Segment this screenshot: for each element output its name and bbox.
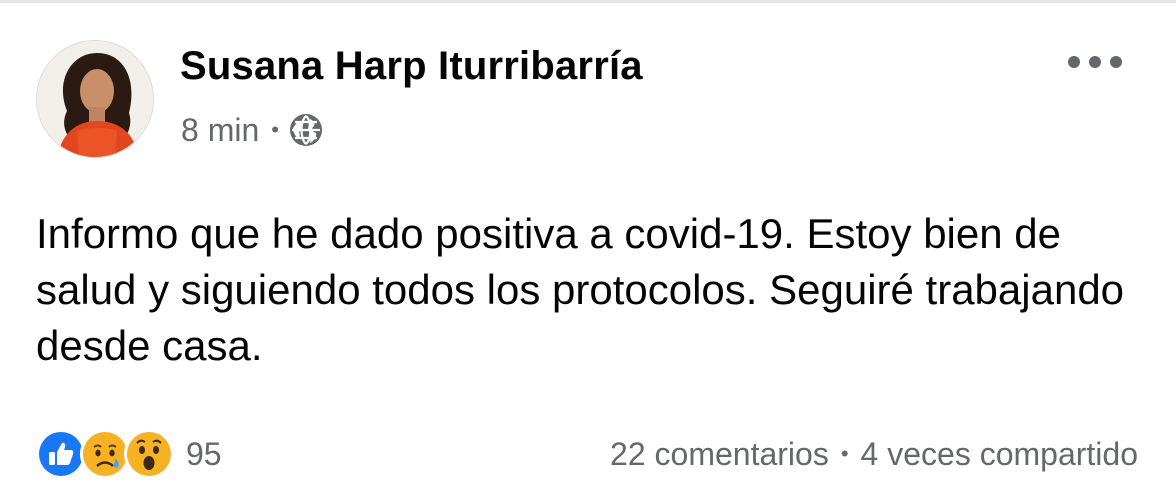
post-stats: 22 comentarios • 4 veces compartido	[610, 432, 1138, 476]
top-divider	[0, 0, 1176, 3]
reactions-summary[interactable]: 95	[36, 428, 222, 480]
post-timestamp[interactable]: 8 min	[181, 112, 259, 149]
wow-icon	[124, 429, 174, 479]
reaction-count: 95	[186, 435, 222, 472]
more-options-icon[interactable]	[1068, 50, 1122, 74]
post-text: Informo que he dado positiva a covid-19.…	[36, 210, 1125, 369]
globe-icon[interactable]	[289, 113, 323, 147]
post-meta: 8 min •	[181, 110, 323, 150]
author-name[interactable]: Susana Harp Iturribarría	[180, 44, 643, 89]
like-icon	[36, 429, 86, 479]
avatar-image	[37, 41, 153, 157]
more-dot	[1068, 56, 1080, 68]
avatar[interactable]	[36, 40, 154, 158]
stats-separator: •	[840, 441, 849, 466]
more-dot	[1110, 56, 1122, 68]
comments-link[interactable]: 22 comentarios	[610, 436, 829, 473]
more-dot	[1089, 56, 1101, 68]
sad-icon	[80, 429, 130, 479]
shares-link[interactable]: 4 veces compartido	[861, 436, 1138, 473]
meta-separator: •	[271, 117, 279, 142]
